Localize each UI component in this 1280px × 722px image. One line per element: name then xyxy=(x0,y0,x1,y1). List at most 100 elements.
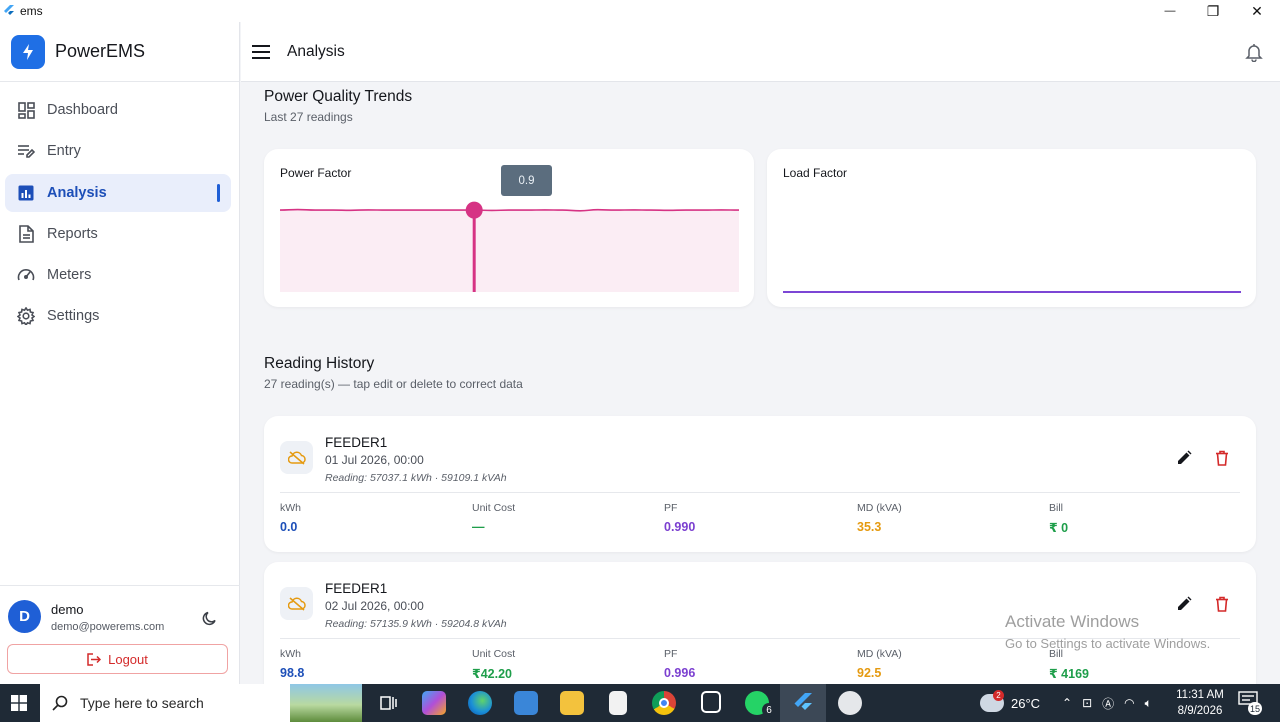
delete-trash-icon[interactable] xyxy=(1214,450,1230,466)
history-title: Reading History xyxy=(264,355,375,372)
logout-button[interactable]: Logout xyxy=(7,644,228,674)
feeder-name: FEEDER1 xyxy=(325,581,388,596)
metric-pf: PF 0.990 xyxy=(664,502,695,534)
chrome-center-icon xyxy=(659,698,669,708)
highlight-point xyxy=(465,201,483,219)
main-content: Power Quality Trends Last 27 readings Po… xyxy=(241,82,1280,684)
cloud-off-icon xyxy=(280,441,313,474)
clock-time: 11:31 AM xyxy=(1176,689,1224,701)
wifi-icon[interactable]: ◠ xyxy=(1124,696,1134,710)
metric-label: kWh xyxy=(280,648,301,660)
chart-tooltip: 0.9 xyxy=(501,165,552,196)
document-icon xyxy=(17,225,35,243)
edit-pencil-icon[interactable] xyxy=(1176,450,1192,466)
chrome-browser-icon[interactable] xyxy=(652,691,676,715)
metric-kwh: kWh 0.0 xyxy=(280,502,301,534)
metric-value: ₹ 4169 xyxy=(1049,667,1089,681)
hamburger-menu-icon[interactable] xyxy=(251,42,271,62)
edge-browser-icon[interactable] xyxy=(468,691,492,715)
meet-now-icon[interactable]: ⊡ xyxy=(1082,696,1092,710)
bar-chart-icon xyxy=(17,184,35,202)
minimize-button[interactable]: — xyxy=(1150,0,1190,22)
metric-label: Unit Cost xyxy=(472,502,516,514)
volume-icon[interactable]: 🔈︎ xyxy=(1145,696,1152,711)
metric-value: 92.5 xyxy=(857,666,882,680)
snipping-tool-icon[interactable] xyxy=(838,691,862,715)
metric-label: MD (kVA) xyxy=(857,648,902,660)
windows-logo-icon xyxy=(11,695,27,711)
restore-icon: ❐ xyxy=(1206,2,1220,19)
avatar: D xyxy=(8,600,41,633)
search-placeholder: Type here to search xyxy=(80,695,204,711)
clock[interactable]: 11:31 AM 8/9/2026 xyxy=(1172,687,1228,719)
window-title-bar: ems — ❐ ✕ xyxy=(0,0,1280,22)
metric-label: MD (kVA) xyxy=(857,502,902,514)
history-subtitle: 27 reading(s) — tap edit or delete to co… xyxy=(264,377,523,391)
notification-count: 15 xyxy=(1248,702,1263,715)
divider xyxy=(280,492,1240,493)
metric-bill: Bill ₹ 0 xyxy=(1049,502,1068,535)
metric-label: PF xyxy=(664,502,678,514)
microsoft-store-icon[interactable] xyxy=(514,691,538,715)
sidebar-item-analysis[interactable]: Analysis xyxy=(5,173,231,212)
trends-title: Power Quality Trends xyxy=(264,88,413,105)
weather-widget[interactable]: 2 26°C xyxy=(980,684,1040,722)
series-line xyxy=(279,208,740,212)
task-view-icon[interactable] xyxy=(376,691,400,715)
system-tray: ⌃ ⊡ Ⓐ ◠ 🔈︎ xyxy=(1062,684,1152,722)
reading-date: 01 Jul 2026, 00:00 xyxy=(325,453,424,467)
delete-trash-icon[interactable] xyxy=(1214,596,1230,612)
edit-pencil-icon[interactable] xyxy=(1176,596,1192,612)
maximize-button[interactable]: ❐ xyxy=(1193,0,1233,22)
close-button[interactable]: ✕ xyxy=(1237,0,1277,22)
power-factor-chart-card: Power Factor 0.9 xyxy=(264,149,754,307)
sidebar-item-settings[interactable]: Settings xyxy=(5,297,231,335)
sidebar: PowerEMS Dashboard Entry Analysis Report… xyxy=(0,22,240,684)
copilot-icon[interactable] xyxy=(422,691,446,715)
page-title: Analysis xyxy=(287,43,345,60)
file-explorer-icon[interactable] xyxy=(560,691,584,715)
load-factor-chart[interactable] xyxy=(767,149,1256,307)
metric-md: MD (kVA) 92.5 xyxy=(857,648,902,680)
clock-date: 8/9/2026 xyxy=(1177,705,1223,717)
brand: PowerEMS xyxy=(0,22,239,82)
metric-kwh: kWh 98.8 xyxy=(280,648,304,680)
metric-unit-cost: Unit Cost — xyxy=(472,502,515,534)
taskbar-search[interactable]: Type here to search xyxy=(40,684,362,722)
gauge-icon xyxy=(17,266,35,284)
metric-label: Unit Cost xyxy=(472,648,516,660)
sidebar-item-meters[interactable]: Meters xyxy=(5,256,231,294)
terminal-app-icon[interactable] xyxy=(701,691,721,713)
feeder-name: FEEDER1 xyxy=(325,435,388,450)
notepad-icon[interactable] xyxy=(609,691,627,715)
series-area-fill xyxy=(280,209,739,292)
minimize-icon: — xyxy=(1164,5,1176,17)
metric-bill: Bill ₹ 4169 xyxy=(1049,648,1089,681)
metric-value: ₹ 0 xyxy=(1049,521,1069,535)
metric-pf: PF 0.996 xyxy=(664,648,695,680)
notification-center-button[interactable]: 15 xyxy=(1238,691,1263,715)
start-button[interactable] xyxy=(0,684,38,722)
active-indicator xyxy=(217,183,220,202)
metric-value: 35.3 xyxy=(857,520,882,534)
search-icon xyxy=(52,695,68,711)
metric-md: MD (kVA) 35.3 xyxy=(857,502,902,534)
sidebar-item-entry[interactable]: Entry xyxy=(5,132,231,170)
reading-meta: Reading: 57135.9 kWh · 59204.8 kVAh xyxy=(325,618,507,630)
window-title: ems xyxy=(20,4,43,18)
reading-card: FEEDER1 01 Jul 2026, 00:00 Reading: 5703… xyxy=(264,416,1256,552)
flutter-app-taskbar-icon[interactable] xyxy=(791,691,815,715)
temperature: 26°C xyxy=(1011,695,1041,711)
sidebar-item-dashboard[interactable]: Dashboard xyxy=(5,91,231,129)
reading-meta: Reading: 57037.1 kWh · 59109.1 kVAh xyxy=(325,472,507,484)
chevron-up-icon[interactable]: ⌃ xyxy=(1062,696,1072,710)
metric-value: 0.0 xyxy=(280,520,298,534)
whatsapp-icon[interactable]: 6 xyxy=(745,691,776,717)
whatsapp-badge: 6 xyxy=(762,703,776,717)
app-header: Analysis xyxy=(241,22,1280,82)
sidebar-item-reports[interactable]: Reports xyxy=(5,215,231,253)
sidebar-nav: Dashboard Entry Analysis Reports Meters … xyxy=(0,82,239,335)
dark-mode-toggle-icon[interactable] xyxy=(202,610,218,626)
notification-bell-icon[interactable] xyxy=(1244,42,1264,62)
input-method-icon[interactable]: Ⓐ xyxy=(1102,695,1114,712)
